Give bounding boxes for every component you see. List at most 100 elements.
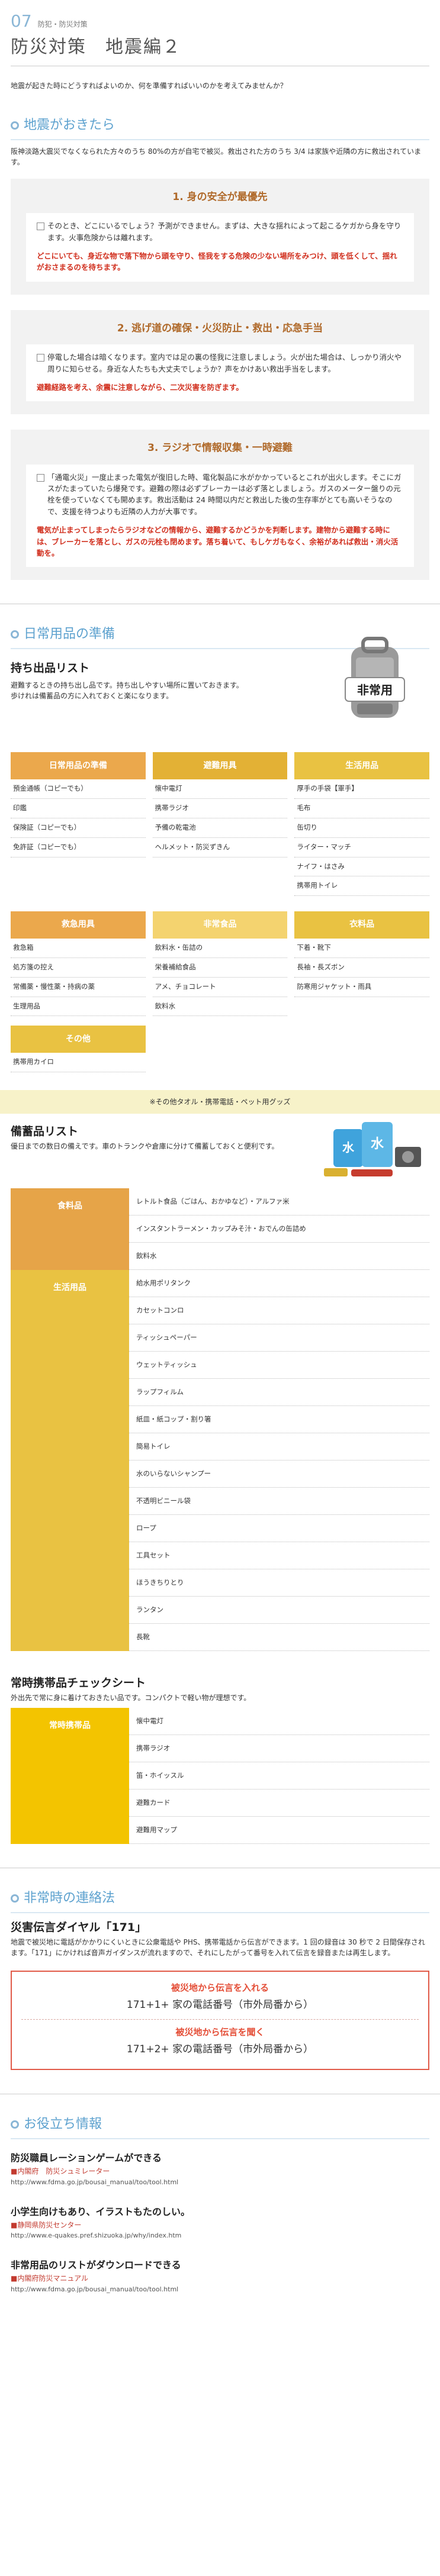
table-row: 工具セット — [129, 1542, 429, 1570]
list-item: 栄養補給食品 — [152, 958, 288, 978]
info-title: 非常用品のリストがダウンロードできる — [11, 2259, 181, 2271]
carry-block: 持ち出品リスト 避難するときの持ち出し品です。持ち出しやすい場所に置いておきます… — [0, 637, 440, 749]
table-row: インスタントラーメン・カップみそ汁・おでんの缶詰め — [129, 1216, 429, 1243]
always-title: 常時携帯品チェックシート — [11, 1677, 146, 1690]
step-question: そのとき、どこにいるでしょう？予測ができません。まずは、大きな揺れによって起こる… — [37, 220, 403, 243]
list-item: 救急箱 — [11, 939, 146, 959]
table-row: ラップフィルム — [129, 1379, 429, 1407]
page: 07 防犯・防災対策 防災対策 地震編２ 地震が起きた時にどうすればよいのか、何… — [0, 0, 440, 2294]
info-url[interactable]: http://www.e-quakes.pref.shizuoka.jp/why… — [11, 2230, 429, 2240]
category-header: 衣料品 — [294, 911, 429, 939]
carry-categories-row3: その他 携帯用カイロ — [0, 1026, 440, 1073]
list-item: 保険証（コピーでも） — [11, 818, 146, 838]
category-column: 避難用具 懐中電灯 携帯ラジオ 予備の乾電池 ヘルメット・防災ずきん — [152, 752, 288, 896]
table-row: ほうきちりとり — [129, 1569, 429, 1597]
section-title: 非常時の連絡法 — [24, 1891, 115, 1906]
stock-table: 食料品 レトルト食品（ごはん、おかゆなど）・アルファ米 インスタントラーメン・カ… — [11, 1188, 429, 1652]
chapter-category: 防犯・防災対策 — [37, 20, 88, 28]
step-answer: 避難経路を考え、余震に注意しながら、二次災害を防ぎます。 — [37, 382, 243, 392]
backpack-icon: 非常用 — [345, 637, 405, 718]
table-row: 笛・ホイッスル — [129, 1762, 429, 1790]
play-caption: 被災地から伝言を聞く — [175, 2026, 265, 2037]
step-question: 「通電火災」一度止まった電気が復旧した時、電化製品に水がかかっているとこれが出火… — [37, 472, 403, 518]
category-header: 避難用具 — [152, 752, 288, 780]
list-item: 処方箋の控え — [11, 958, 146, 978]
list-item: 厚手の手袋【軍手】 — [294, 779, 429, 799]
list-item: ナイフ・はさみ — [294, 857, 429, 877]
table-row: ウェットティッシュ — [129, 1352, 429, 1379]
step-title: 3. ラジオで情報収集・一時避難 — [147, 442, 293, 454]
bag-label: 非常用 — [357, 683, 393, 697]
table-row: 避難カード — [129, 1790, 429, 1817]
section-heading-info: お役立ち情報 — [11, 2114, 429, 2140]
section-lead: 阪神淡路大震災でなくなられた方々のうち 80%の方が自宅で被災。救出された方のう… — [11, 147, 422, 167]
list-item: 携帯用カイロ — [11, 1053, 146, 1073]
list-item: 長袖・長ズボン — [294, 958, 429, 978]
water-supplies-icon: 水 水 — [324, 1122, 421, 1177]
step-answer: どこにいても、身近な物で落下物から頭を守り、怪我をする危険の少ない場所をみつけ、… — [37, 252, 397, 272]
category-column: 救急用具 救急箱 処方箋の控え 常備薬・慢性薬・持病の薬 生理用品 — [11, 911, 146, 1017]
stock-header: 備蓄品リスト 優日までの数日の備えです。車のトランクや倉庫に分けて備蓄しておくと… — [0, 1122, 440, 1188]
category-column: 日常用品の準備 預金通帳（コピーでも） 印鑑 保険証（コピーでも） 免許証（コピ… — [11, 752, 146, 896]
notice-band: ※その他タオル・携帯電話・ペット用グッズ — [0, 1090, 440, 1114]
info-item: 防災職員レーションゲームができる ■内閣府 防災シュミレーター http://w… — [11, 2151, 429, 2187]
section-title: お役立ち情報 — [24, 2117, 102, 2132]
list-item: 予備の乾電池 — [152, 818, 288, 838]
category-column: 生活用品 厚手の手袋【軍手】 毛布 缶切り ライター・マッチ ナイフ・はさみ 携… — [294, 752, 429, 897]
intro-text: 地震が起きた時にどうすればよいのか、何を準備すればいいのかを考えてみませんか？ — [11, 82, 287, 91]
category-column: 衣料品 下着・靴下 長袖・長ズボン 防寒用ジャケット・雨具 — [294, 911, 429, 1016]
step-title: 2. 逃げ道の確保・火災防止・救出・応急手当 — [117, 322, 323, 334]
category-column: その他 携帯用カイロ — [11, 1026, 146, 1073]
list-item: 缶切り — [294, 818, 429, 838]
list-item: 免許証（コピーでも） — [11, 838, 146, 857]
table-row: 携帯ラジオ — [129, 1735, 429, 1763]
page-header: 07 防犯・防災対策 防災対策 地震編２ — [0, 0, 440, 72]
dial-title: 災害伝言ダイヤル「171」 — [11, 1921, 147, 1935]
record-caption: 被災地から伝言を入れる — [171, 1982, 269, 1994]
page-title: 防災対策 地震編２ — [11, 34, 429, 67]
info-url[interactable]: http://www.fdma.go.jp/bousai_manual/too/… — [11, 2284, 429, 2294]
list-item: 飲料水 — [152, 997, 288, 1017]
table-row: 水のいらないシャンプー — [129, 1461, 429, 1488]
circle-bullet-icon — [11, 1894, 19, 1903]
step-answer: 電気が止まってしまったらラジオなどの情報から、避難するかどうかを判断します。建物… — [37, 525, 399, 557]
table-row: レトルト食品（ごはん、おかゆなど）・アルファ米 — [129, 1188, 429, 1216]
play-number: 171+2+ 家の電話番号（市外局番から） — [126, 2043, 314, 2055]
dial-lead: 地震で被災地に電話がかかりにくいときに公衆電話や PHS、携帯電話から伝言ができ… — [11, 1937, 425, 1958]
step-question: 停電した場合は暗くなります。室内では足の裏の怪我に注意しましょう。火が出た場合は… — [37, 352, 403, 375]
info-source[interactable]: ■内閣府 防災シュミレーター — [11, 2166, 429, 2177]
step-title: 1. 身の安全が最優先 — [172, 191, 268, 203]
carry-lead: 避難するときの持ち出し品です。持ち出しやすい場所に置いておきます。 歩けれは備蓄… — [11, 681, 243, 701]
info-source[interactable]: ■静岡県防災センター — [11, 2220, 429, 2231]
section-heading-contact: 非常時の連絡法 — [11, 1888, 429, 1914]
list-item: 防寒用ジャケット・雨具 — [294, 978, 429, 997]
list-item: 預金通帳（コピーでも） — [11, 779, 146, 799]
info-source[interactable]: ■内閣府防災マニュアル — [11, 2273, 429, 2284]
dial-box: 被災地から伝言を入れる 171+1+ 家の電話番号（市外局番から） 被災地から伝… — [11, 1971, 429, 2071]
table-category: 常時携帯品 — [11, 1708, 129, 1845]
info-url[interactable]: http://www.fdma.go.jp/bousai_manual/too/… — [11, 2177, 429, 2187]
table-row: ティッシュペーパー — [129, 1324, 429, 1352]
category-header: 日常用品の準備 — [11, 752, 146, 780]
step-box: 2. 逃げ道の確保・火災防止・救出・応急手当 停電した場合は暗くなります。室内で… — [11, 309, 429, 415]
water-tank-label: 水 — [371, 1137, 384, 1152]
water-tank-label: 水 — [342, 1140, 355, 1155]
carry-categories-row1: 日常用品の準備 預金通帳（コピーでも） 印鑑 保険証（コピーでも） 免許証（コピ… — [0, 752, 440, 897]
list-item: 携帯ラジオ — [152, 799, 288, 818]
table-row: 簡易トイレ — [129, 1433, 429, 1461]
info-item: 小学生向けもあり、イラストもたのしい。 ■静岡県防災センター http://ww… — [11, 2205, 429, 2240]
table-category: 生活用品 — [11, 1270, 129, 1652]
list-item: 生理用品 — [11, 997, 146, 1017]
table-row: 懐中電灯 — [129, 1708, 429, 1736]
table-row: カセットコンロ — [129, 1297, 429, 1325]
list-item: アメ、チョコレート — [152, 978, 288, 997]
step-box: 3. ラジオで情報収集・一時避難 「通電火災」一度止まった電気が復旧した時、電化… — [11, 430, 429, 581]
section-title: 地震がおきたら — [24, 117, 115, 133]
category-header: 救急用具 — [11, 911, 146, 939]
table-row: ロープ — [129, 1515, 429, 1543]
always-table: 常時携帯品 懐中電灯 携帯ラジオ 笛・ホイッスル 避難カード 避難用マップ — [11, 1708, 429, 1845]
list-item: 印鑑 — [11, 799, 146, 818]
list-item: 携帯用トイレ — [294, 876, 429, 897]
table-row: ランタン — [129, 1597, 429, 1624]
step-box: 1. 身の安全が最優先 そのとき、どこにいるでしょう？予測ができません。まずは、… — [11, 178, 429, 295]
